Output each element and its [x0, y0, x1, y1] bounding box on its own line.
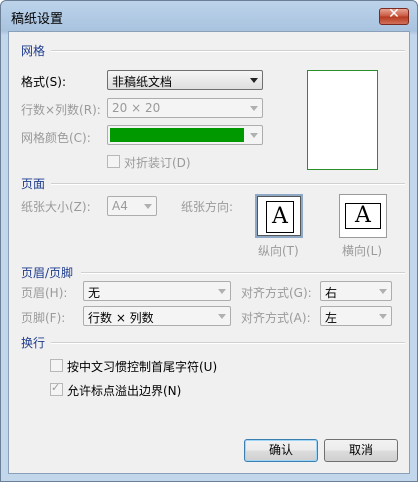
close-icon: ✕	[388, 6, 400, 22]
rows-cols-label: 行数×列数(R):	[21, 103, 101, 117]
punctuation-overflow-checkbox[interactable]: ✓	[50, 381, 63, 396]
footer-label: 页脚(F):	[21, 311, 66, 325]
footer-align-dropdown[interactable]: 左	[320, 306, 392, 326]
dialog-title: 稿纸设置	[11, 12, 64, 27]
footer-value: 行数 × 列数	[88, 311, 154, 325]
chevron-down-icon	[218, 289, 226, 294]
dialog-body: 网格 格式(S): 非稿纸文档 行数×列数(R): 20 × 20 网格颜色(C…	[8, 31, 410, 474]
header-dropdown[interactable]: 无	[83, 281, 231, 301]
section-heading-line-break: 换行	[21, 336, 46, 350]
header-value: 无	[88, 286, 101, 300]
format-dropdown[interactable]: 非稿纸文档	[107, 70, 263, 90]
section-heading-grid: 网格	[21, 44, 46, 58]
dialog-window: 稿纸设置 ✕ 网格 格式(S): 非稿纸文档 行数×列数(R): 20 × 20…	[0, 0, 418, 482]
section-divider	[81, 272, 405, 274]
section-divider	[51, 342, 405, 344]
section-heading-page: 页面	[21, 177, 46, 191]
orientation-label: 纸张方向:	[181, 200, 234, 214]
chinese-line-break-checkbox[interactable]	[50, 359, 63, 372]
punctuation-overflow-label: 允许标点溢出边界(N)	[67, 384, 182, 398]
paper-size-dropdown[interactable]: A4	[107, 196, 157, 216]
portrait-label: 纵向(T)	[258, 244, 299, 258]
chevron-down-icon	[250, 133, 258, 138]
fold-binding-label: 对折装订(D)	[124, 156, 191, 170]
footer-align-label: 对齐方式(A):	[241, 311, 311, 325]
chevron-down-icon	[379, 289, 387, 294]
title-bar[interactable]: 稿纸设置 ✕	[1, 1, 417, 31]
paper-size-label: 纸张大小(Z):	[21, 200, 91, 214]
paper-size-value: A4	[112, 199, 128, 213]
grid-color-label: 网格颜色(C):	[21, 131, 91, 145]
header-align-label: 对齐方式(G):	[241, 286, 312, 300]
page-preview	[307, 70, 378, 170]
chevron-down-icon	[144, 204, 152, 209]
portrait-button[interactable]: A	[255, 194, 303, 238]
fold-binding-checkbox[interactable]	[107, 155, 120, 168]
rows-cols-value: 20 × 20	[112, 101, 161, 115]
format-label: 格式(S):	[21, 75, 67, 89]
section-divider	[51, 50, 405, 52]
checkmark-icon: ✓	[51, 381, 61, 394]
portrait-page-icon: A	[266, 201, 294, 233]
ok-button[interactable]: 确认	[244, 439, 318, 462]
rows-cols-dropdown[interactable]: 20 × 20	[107, 98, 263, 118]
landscape-page-icon: A	[345, 203, 381, 229]
footer-align-value: 左	[325, 311, 338, 325]
landscape-button[interactable]: A	[339, 194, 387, 238]
chevron-down-icon	[250, 78, 258, 83]
section-heading-header-footer: 页眉/页脚	[21, 266, 74, 280]
close-button[interactable]: ✕	[379, 6, 409, 25]
format-value: 非稿纸文档	[112, 75, 173, 89]
cancel-button[interactable]: 取消	[324, 439, 398, 462]
section-divider	[51, 183, 405, 185]
header-align-value: 右	[325, 286, 338, 300]
header-align-dropdown[interactable]: 右	[320, 281, 392, 301]
footer-dropdown[interactable]: 行数 × 列数	[83, 306, 231, 326]
landscape-label: 横向(L)	[342, 244, 383, 258]
chevron-down-icon	[379, 314, 387, 319]
grid-color-picker[interactable]	[107, 125, 263, 145]
grid-color-swatch	[110, 128, 244, 142]
chevron-down-icon	[218, 314, 226, 319]
chevron-down-icon	[250, 106, 258, 111]
header-label: 页眉(H):	[21, 286, 68, 300]
chinese-line-break-label: 按中文习惯控制首尾字符(U)	[67, 360, 218, 374]
